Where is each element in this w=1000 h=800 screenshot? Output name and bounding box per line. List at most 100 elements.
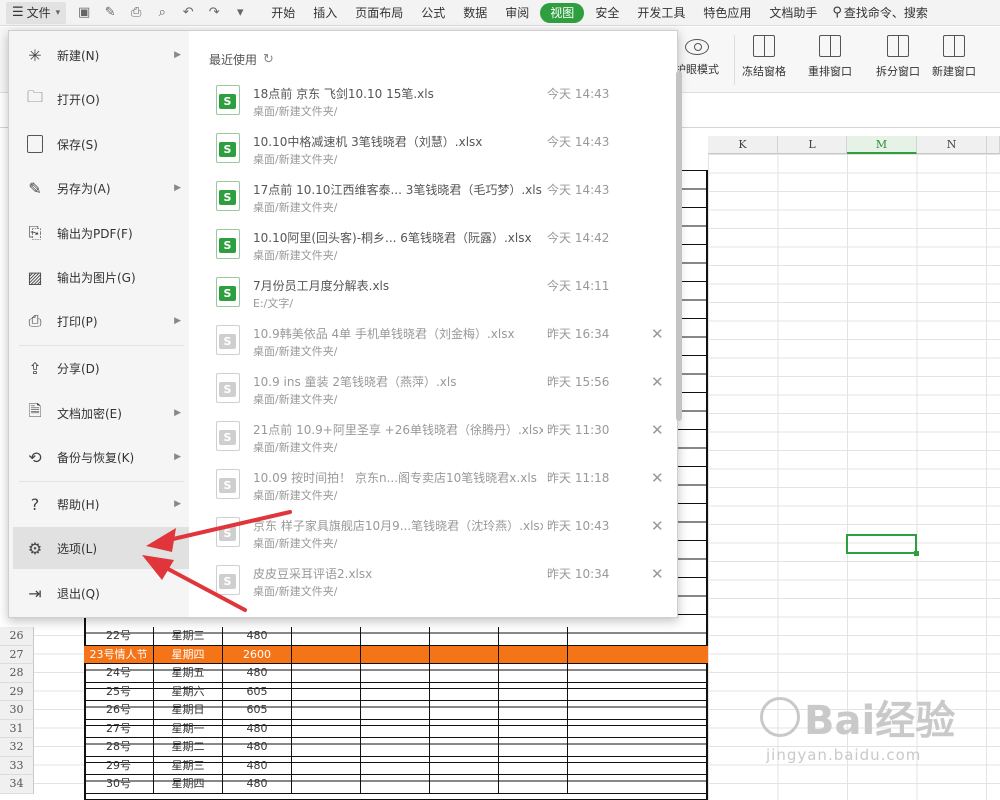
table-cell[interactable]: 26号 [84, 701, 154, 719]
recent-file-item[interactable]: S 18点前 京东 飞剑10.10 15笔.xls 桌面/新建文件夹/ 今天 1… [199, 79, 669, 127]
tab-data[interactable]: 数据 [454, 3, 496, 23]
table-cell[interactable] [361, 775, 430, 793]
redo-icon[interactable]: ↷ [206, 5, 222, 20]
table-cell[interactable]: 480 [223, 775, 292, 793]
table-cell[interactable] [568, 627, 706, 645]
close-icon[interactable]: ✕ [651, 565, 664, 583]
recent-file-item[interactable]: S 10.9 ins 童装 2笔钱晓君（燕萍）.xls 桌面/新建文件夹/ 昨天… [199, 367, 669, 415]
table-cell[interactable] [568, 720, 706, 738]
row-header[interactable]: 31 [0, 719, 34, 738]
tab-developer[interactable]: 开发工具 [628, 3, 694, 23]
tab-formulas[interactable]: 公式 [412, 3, 454, 23]
table-cell[interactable] [568, 664, 706, 682]
table-cell[interactable] [568, 738, 706, 756]
recent-file-item[interactable]: S 7月份员工月度分解表.xls E:/文字/ 今天 14:11 [199, 271, 669, 319]
table-cell[interactable] [430, 756, 499, 774]
freeze-panes-button[interactable]: 冻结窗格 [742, 35, 786, 79]
table-cell[interactable]: 星期四 [154, 645, 223, 663]
recent-file-item[interactable]: S 10.10中格减速机 3笔钱晓君（刘慧）.xlsx 桌面/新建文件夹/ 今天… [199, 127, 669, 175]
table-cell[interactable]: 星期三 [154, 756, 223, 774]
recent-file-item[interactable]: S 京东 样子家具旗舰店10月9...笔钱晓君（沈玲燕）.xlsx 桌面/新建文… [199, 511, 669, 559]
table-cell[interactable] [430, 664, 499, 682]
table-cell[interactable]: 星期四 [154, 775, 223, 793]
row-header[interactable]: 29 [0, 682, 34, 701]
table-cell[interactable] [292, 738, 361, 756]
print-icon[interactable]: ⎙ [128, 5, 144, 20]
column-header-k[interactable]: K [708, 136, 778, 154]
recent-file-item[interactable]: S 10.10阿里(回头客)-桐乡... 6笔钱晓君（阮露）.xlsx 桌面/新… [199, 223, 669, 271]
selected-cell[interactable] [846, 534, 919, 556]
tab-security[interactable]: 安全 [586, 3, 628, 23]
menu-item-backup[interactable]: ⟲ 备份与恢复(K) ▶ [13, 436, 187, 478]
tab-view[interactable]: 视图 [540, 2, 585, 23]
split-window-button[interactable]: 拆分窗口 [876, 35, 920, 79]
tab-page-layout[interactable]: 页面布局 [346, 3, 412, 23]
table-cell[interactable] [361, 719, 430, 737]
table-cell[interactable] [499, 756, 568, 774]
table-cell[interactable]: 24号 [84, 664, 154, 682]
recent-file-item[interactable]: S 10.09 按时间拍！ 京东n...阁专卖店10笔钱晓君x.xls 桌面/新… [199, 463, 669, 511]
menu-item-save[interactable]: 保存(S) [13, 123, 187, 165]
row-header[interactable]: 26 [0, 627, 34, 646]
format-painter-icon[interactable]: ✎ [102, 5, 118, 20]
table-cell[interactable] [499, 627, 568, 645]
file-menu-button[interactable]: ☰ 文件 ▾ [6, 1, 67, 24]
row-header[interactable]: 28 [0, 664, 34, 683]
table-cell[interactable]: 星期一 [154, 719, 223, 737]
table-cell[interactable]: 星期六 [154, 682, 223, 700]
table-cell[interactable]: 22号 [84, 627, 154, 645]
table-cell[interactable] [430, 682, 499, 700]
table-cell[interactable] [430, 719, 499, 737]
table-cell[interactable] [568, 757, 706, 775]
table-cell[interactable] [568, 701, 706, 719]
menu-item-open[interactable]: 🗀 打开(O) [13, 78, 187, 120]
save-icon[interactable]: ▣ [76, 5, 92, 20]
column-header-o[interactable] [987, 136, 1000, 154]
table-cell[interactable] [361, 664, 430, 682]
table-cell[interactable] [292, 682, 361, 700]
command-search[interactable]: ⚲ 查找命令、搜索 [832, 4, 928, 21]
row-header[interactable]: 34 [0, 775, 34, 794]
menu-item-save-as[interactable]: ✎ 另存为(A) ▶ [13, 167, 187, 209]
column-header-l[interactable]: L [778, 136, 847, 154]
recent-file-item[interactable]: S 10.9韩美依品 4单 手机单钱晓君（刘金梅）.xlsx 桌面/新建文件夹/… [199, 319, 669, 367]
table-cell[interactable] [430, 701, 499, 719]
new-window-button[interactable]: 新建窗口 [932, 35, 976, 79]
table-cell[interactable]: 480 [223, 756, 292, 774]
close-icon[interactable]: ✕ [651, 469, 664, 487]
close-icon[interactable]: ✕ [651, 517, 664, 535]
menu-item-encrypt[interactable]: 🗎 文档加密(E) ▶ [13, 392, 187, 434]
close-icon[interactable]: ✕ [651, 421, 664, 439]
menu-item-export-pdf[interactable]: ⎘ 输出为PDF(F) [13, 212, 187, 254]
table-cell[interactable] [292, 719, 361, 737]
tab-doc-assistant[interactable]: 文档助手 [760, 3, 826, 23]
table-cell[interactable]: 星期五 [154, 664, 223, 682]
table-cell[interactable]: 30号 [84, 775, 154, 793]
table-cell[interactable]: 480 [223, 719, 292, 737]
table-cell[interactable] [499, 719, 568, 737]
table-cell[interactable] [361, 682, 430, 700]
row-header[interactable]: 30 [0, 701, 34, 720]
table-cell[interactable]: 星期二 [154, 738, 223, 756]
menu-item-share[interactable]: ⇪ 分享(D) [13, 347, 187, 389]
table-cell[interactable] [292, 627, 361, 645]
table-cell[interactable] [568, 646, 706, 664]
row-header[interactable]: 27 [0, 645, 34, 664]
tab-insert[interactable]: 插入 [304, 3, 346, 23]
table-cell[interactable] [292, 645, 361, 663]
table-cell[interactable] [292, 664, 361, 682]
table-cell[interactable] [568, 775, 706, 793]
recent-file-item[interactable]: S 21点前 10.9+阿里圣享 +26单钱晓君（徐腾丹）.xlsx 桌面/新建… [199, 415, 669, 463]
table-cell[interactable] [430, 627, 499, 645]
tab-review[interactable]: 审阅 [496, 3, 538, 23]
arrange-window-button[interactable]: 重排窗口 [808, 35, 852, 79]
table-cell[interactable] [361, 645, 430, 663]
column-header-m[interactable]: M [847, 136, 917, 154]
table-cell[interactable]: 480 [223, 738, 292, 756]
table-cell[interactable] [292, 775, 361, 793]
table-cell[interactable] [499, 664, 568, 682]
table-cell[interactable]: 28号 [84, 738, 154, 756]
table-cell[interactable] [361, 756, 430, 774]
table-cell[interactable] [499, 738, 568, 756]
table-cell[interactable] [499, 645, 568, 663]
